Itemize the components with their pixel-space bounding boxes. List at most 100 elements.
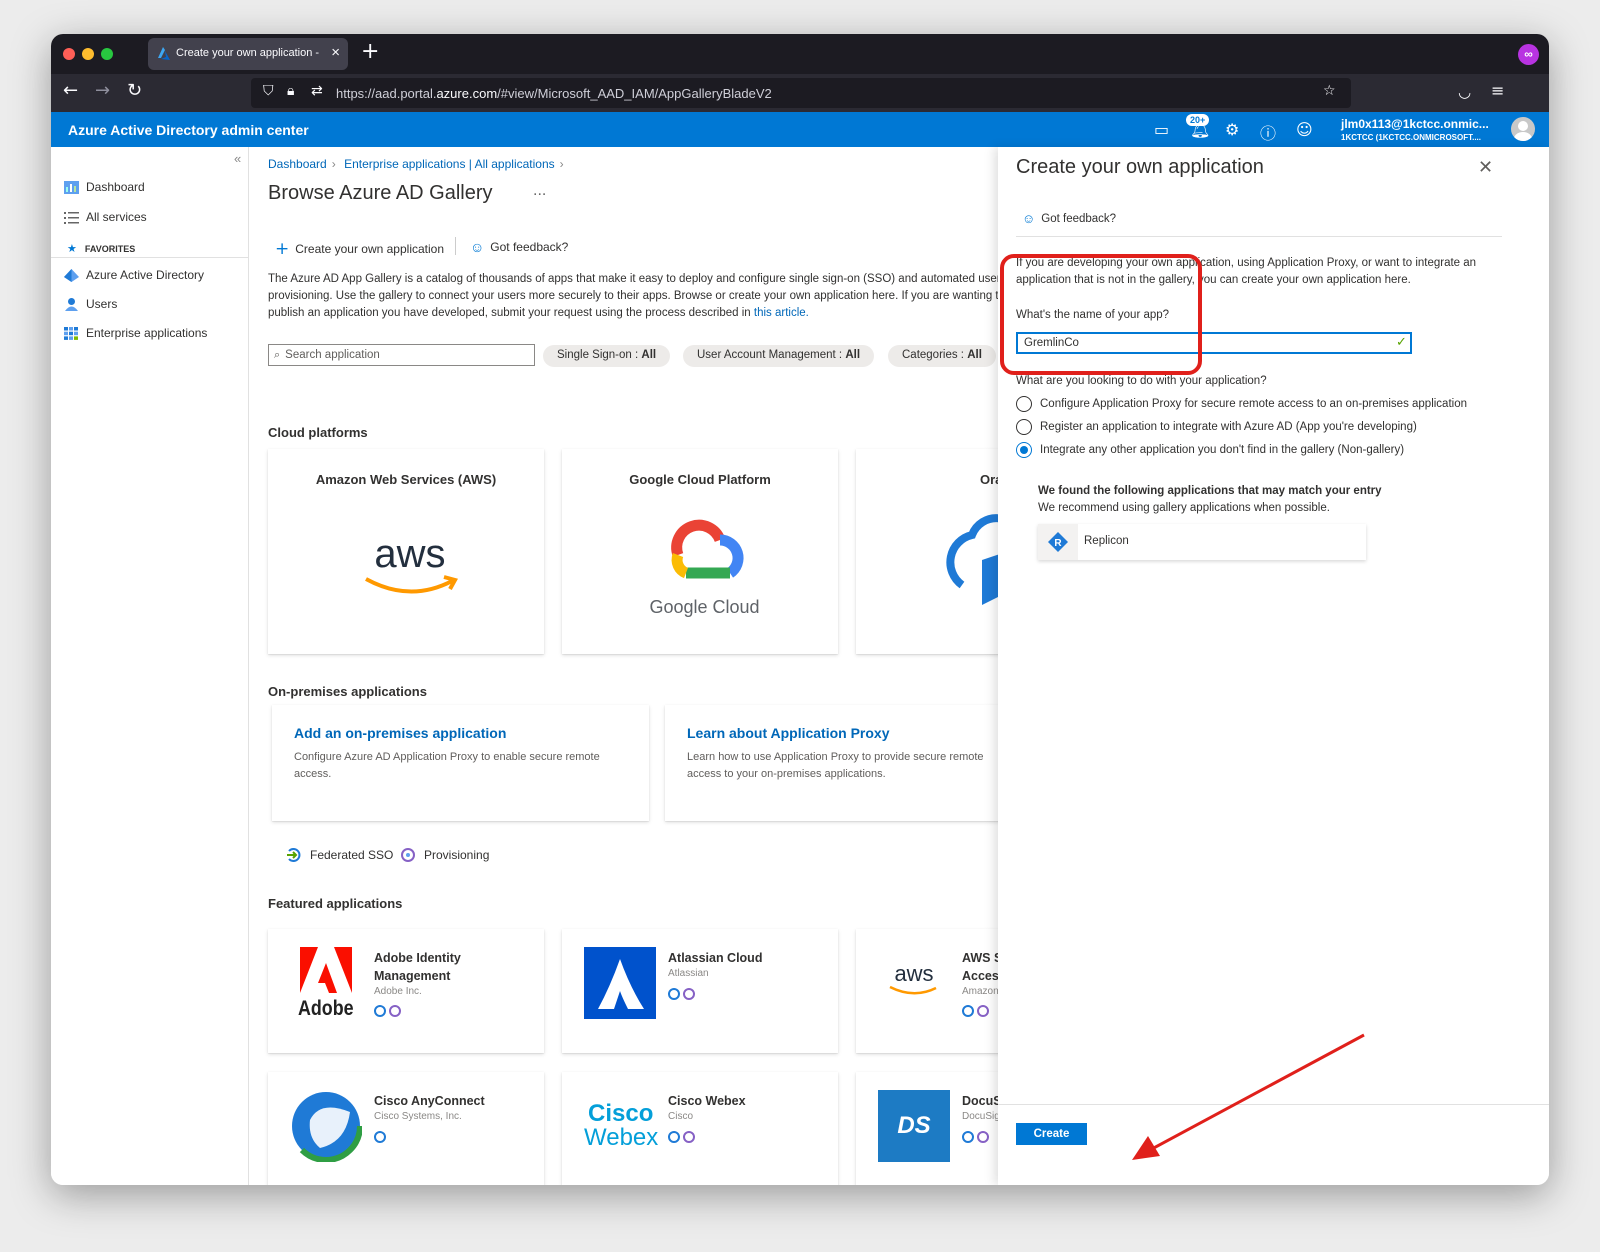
radio-button-selected[interactable] xyxy=(1016,442,1032,458)
option-non-gallery[interactable]: Integrate any other application you don'… xyxy=(1016,442,1404,458)
create-own-application-button[interactable]: + Create your own application xyxy=(275,239,444,259)
filter-categories[interactable]: Categories : All xyxy=(888,345,996,367)
provisioning-icon xyxy=(401,848,415,862)
minimize-window-button[interactable] xyxy=(82,48,94,60)
this-article-link[interactable]: this article. xyxy=(754,307,809,319)
collapse-sidebar-icon[interactable]: « xyxy=(234,151,241,166)
docusign-logo: DS xyxy=(878,1090,950,1162)
match-result-replicon[interactable]: R Replicon xyxy=(1038,524,1366,560)
cisco-anyconnect-logo-icon xyxy=(290,1090,362,1162)
star-icon: ★ xyxy=(67,243,77,255)
bookmark-star-icon[interactable]: ☆ xyxy=(1323,83,1336,99)
annotation-highlight-box xyxy=(1000,254,1202,375)
oracle-card[interactable]: Oracle xyxy=(856,449,998,654)
got-feedback-button[interactable]: ☺ Got feedback? xyxy=(470,239,568,255)
valid-check-icon: ✓ xyxy=(1396,335,1407,350)
featured-card-adobe[interactable]: Adobe Adobe Identity Management Adobe In… xyxy=(268,929,544,1053)
create-button[interactable]: Create xyxy=(1016,1123,1087,1145)
featured-card-atlassian[interactable]: Atlassian Cloud Atlassian xyxy=(562,929,838,1053)
maximize-window-button[interactable] xyxy=(101,48,113,60)
on-premises-heading: On-premises applications xyxy=(268,684,427,699)
federated-sso-icon xyxy=(668,988,680,1000)
search-application-input[interactable]: ⌕ Search application xyxy=(268,344,535,366)
azure-ad-icon xyxy=(64,268,79,282)
feedback-icon: ☺ xyxy=(470,239,485,255)
user-icon xyxy=(65,297,78,311)
aws-card[interactable]: Amazon Web Services (AWS) aws xyxy=(268,449,544,654)
filter-user-account-management[interactable]: User Account Management : All xyxy=(683,345,875,367)
match-heading: We found the following applications that… xyxy=(1038,485,1382,497)
private-browsing-icon[interactable]: ∞ xyxy=(1518,44,1539,65)
federated-sso-icon xyxy=(287,848,301,862)
dashboard-icon xyxy=(64,180,79,194)
avatar[interactable] xyxy=(1511,117,1535,141)
help-icon[interactable]: ⓘ xyxy=(1260,120,1276,144)
search-icon: ⌕ xyxy=(274,348,281,361)
featured-card-cisco-webex[interactable]: Cisco Webex Cisco Webex Cisco xyxy=(562,1072,838,1185)
svg-text:aws: aws xyxy=(894,961,933,986)
replicon-logo: R xyxy=(1038,524,1078,560)
option-application-proxy[interactable]: Configure Application Proxy for secure r… xyxy=(1016,396,1467,412)
shield-icon[interactable]: ⛉ xyxy=(263,83,274,99)
panel-title: Create your own application xyxy=(1016,156,1264,178)
navigation-bar: ← → ↻ ⛉ 🔒︎ ⇄ https://aad.portal.azure.co… xyxy=(51,74,1549,112)
federated-sso-icon xyxy=(668,1131,680,1143)
federated-sso-icon xyxy=(374,1005,386,1017)
settings-gear-icon[interactable]: ⚙ xyxy=(1225,120,1239,139)
aws-logo-icon: aws xyxy=(889,961,937,995)
featured-card-cisco-anyconnect[interactable]: Cisco AnyConnect Cisco Systems, Inc. xyxy=(268,1072,544,1185)
breadcrumb-enterprise-apps[interactable]: Enterprise applications | All applicatio… xyxy=(344,157,555,171)
tab-close-icon[interactable]: × xyxy=(331,44,340,61)
more-options-button[interactable]: ... xyxy=(533,182,546,200)
panel-divider xyxy=(1016,236,1502,237)
lock-icon[interactable]: 🔒︎ xyxy=(287,83,294,99)
address-bar[interactable]: ⛉ 🔒︎ ⇄ https://aad.portal.azure.com/#vie… xyxy=(251,78,1351,108)
aws-logo: aws xyxy=(344,495,477,628)
back-icon[interactable]: ← xyxy=(63,80,78,101)
portal-title[interactable]: Azure Active Directory admin center xyxy=(68,122,309,138)
add-on-premises-card[interactable]: Add an on-premises application Configure… xyxy=(272,705,649,821)
sidebar-item-dashboard[interactable]: Dashboard xyxy=(64,180,145,194)
provisioning-icon xyxy=(683,988,695,1000)
provisioning-icon xyxy=(389,1005,401,1017)
sidebar-item-all-services[interactable]: All services xyxy=(64,210,147,224)
google-cloud-card[interactable]: Google Cloud Platform Google Cloud xyxy=(562,449,838,654)
federated-sso-icon xyxy=(374,1131,386,1143)
gallery-description: The Azure AD App Gallery is a catalog of… xyxy=(268,273,998,319)
svg-text:aws: aws xyxy=(374,532,445,576)
permissions-icon[interactable]: ⇄ xyxy=(311,83,323,99)
featured-card-docusign[interactable]: DS DocuSign DocuSign xyxy=(856,1072,998,1185)
gallery-blade: Dashboard › Enterprise applications | All… xyxy=(250,147,998,1185)
feedback-icon[interactable]: ☺ xyxy=(1296,120,1313,139)
sidebar-item-enterprise-applications[interactable]: Enterprise applications xyxy=(64,326,207,340)
filter-single-sign-on[interactable]: Single Sign-on : All xyxy=(543,345,671,367)
close-window-button[interactable] xyxy=(63,48,75,60)
close-panel-icon[interactable]: ✕ xyxy=(1478,157,1493,178)
panel-feedback-button[interactable]: ☺ Got feedback? xyxy=(1022,211,1116,226)
pocket-icon[interactable]: ◡ xyxy=(1458,83,1471,101)
portal-header: Azure Active Directory admin center ▭ 🔔︎… xyxy=(51,112,1549,147)
cloud-shell-icon[interactable]: ▭ xyxy=(1154,120,1169,139)
feedback-icon: ☺ xyxy=(1022,211,1036,226)
reload-icon[interactable]: ↻ xyxy=(127,80,142,101)
browser-tab[interactable]: Create your own application - Az × xyxy=(148,38,348,70)
new-tab-button[interactable]: + xyxy=(361,39,379,64)
browser-window: Create your own application - Az × + ∞ ←… xyxy=(51,34,1549,1185)
url-text[interactable]: https://aad.portal.azure.com/#view/Micro… xyxy=(336,86,772,101)
sidebar-item-users[interactable]: Users xyxy=(64,297,117,311)
learn-app-proxy-card[interactable]: Learn about Application Proxy Learn how … xyxy=(665,705,998,821)
atlassian-logo-icon xyxy=(584,947,656,1019)
radio-button[interactable] xyxy=(1016,396,1032,412)
featured-card-aws[interactable]: aws AWS Single-Account Access Amazon xyxy=(856,929,998,1053)
account-menu[interactable]: jlm0x113@1kctcc.onmic... 1KCTCC (1KCTCC.… xyxy=(1341,117,1489,142)
legend-federated-sso: Federated SSO xyxy=(286,847,393,863)
tab-title: Create your own application - Az xyxy=(176,47,321,59)
favorites-header: ★ FAVORITES xyxy=(67,243,136,255)
menu-icon[interactable]: ≡ xyxy=(1491,81,1504,100)
forward-icon[interactable]: → xyxy=(95,80,110,101)
option-register-application[interactable]: Register an application to integrate wit… xyxy=(1016,419,1417,435)
radio-button[interactable] xyxy=(1016,419,1032,435)
breadcrumb-dashboard[interactable]: Dashboard xyxy=(268,157,327,171)
sidebar-item-azure-active-directory[interactable]: Azure Active Directory xyxy=(64,268,204,282)
sidebar-divider xyxy=(51,257,249,258)
